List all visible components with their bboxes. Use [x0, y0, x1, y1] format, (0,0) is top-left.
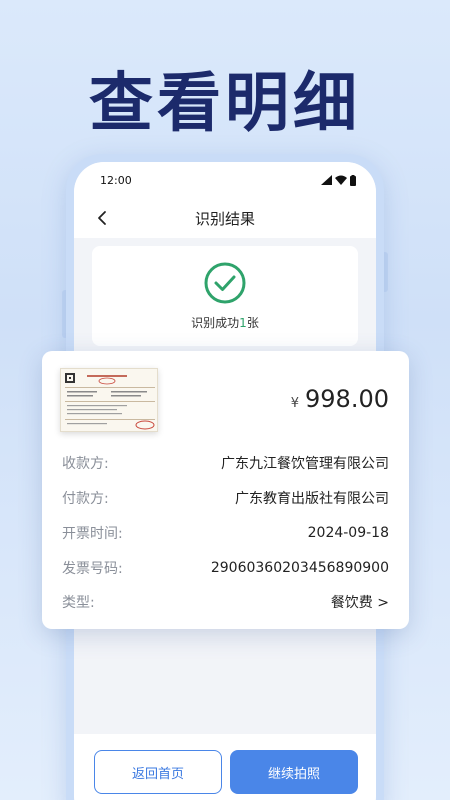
- signal-icon: [321, 175, 332, 185]
- invoice-detail-card: ¥ 998.00 收款方: 广东九江餐饮管理有限公司 付款方: 广东教育出版社有…: [42, 351, 409, 629]
- battery-icon: [350, 174, 356, 186]
- bottom-action-bar: 返回首页 继续拍照: [74, 734, 376, 800]
- row-label: 类型:: [62, 595, 95, 611]
- row-value: 广东九江餐饮管理有限公司: [221, 456, 389, 472]
- status-bar: 12:00: [74, 162, 376, 198]
- payer-row: 付款方: 广东教育出版社有限公司: [62, 488, 389, 508]
- success-card: 识别成功1张: [92, 246, 358, 346]
- page-headline: 查看明细: [89, 67, 361, 141]
- currency-symbol: ¥: [290, 396, 300, 411]
- wifi-icon: [335, 175, 347, 185]
- row-label: 开票时间:: [62, 526, 123, 542]
- success-suffix: 张: [246, 315, 259, 330]
- status-icons: [321, 174, 356, 186]
- amount-value: 998.00: [305, 385, 389, 413]
- row-label: 收款方:: [62, 456, 109, 472]
- invoice-amount: ¥ 998.00: [291, 385, 389, 413]
- row-value: 广东教育出版社有限公司: [235, 491, 389, 507]
- issue-date-row: 开票时间: 2024-09-18: [62, 523, 389, 543]
- invoice-thumbnail-graphic: [65, 373, 155, 430]
- continue-photo-button[interactable]: 继续拍照: [230, 750, 358, 794]
- return-home-button[interactable]: 返回首页: [94, 750, 222, 794]
- row-label: 付款方:: [62, 491, 109, 507]
- invoice-number-row: 发票号码: 29060360203456890900: [62, 558, 389, 578]
- nav-title: 识别结果: [194, 209, 255, 228]
- success-count: 1: [239, 315, 247, 330]
- check-circle-icon: [204, 262, 246, 303]
- row-label: 发票号码:: [62, 561, 123, 577]
- type-row[interactable]: 类型: 餐饮费 >: [62, 592, 389, 612]
- success-prefix: 识别成功: [191, 315, 240, 330]
- success-message: 识别成功1张: [191, 314, 259, 331]
- row-value: 2024-09-18: [307, 525, 389, 541]
- type-selector[interactable]: 餐饮费 >: [331, 592, 389, 612]
- back-icon[interactable]: [94, 210, 110, 226]
- invoice-thumbnail[interactable]: [60, 368, 158, 432]
- payee-row: 收款方: 广东九江餐饮管理有限公司: [62, 453, 389, 473]
- nav-bar: 识别结果: [74, 198, 376, 238]
- row-value: 29060360203456890900: [210, 560, 389, 576]
- status-time: 12:00: [100, 173, 132, 187]
